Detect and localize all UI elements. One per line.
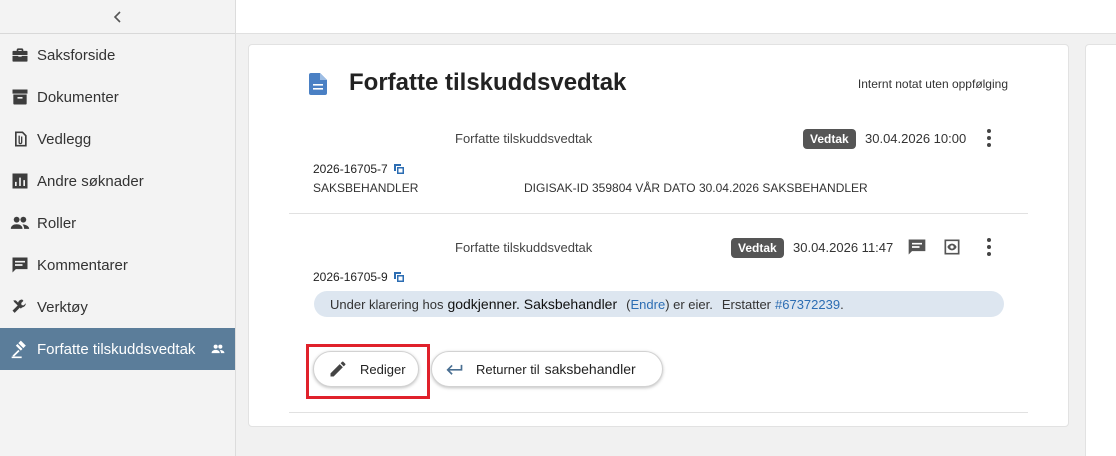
document-date: 30.04.2026 11:47	[793, 240, 894, 255]
people-icon	[9, 212, 31, 234]
sidebar-item-kommentarer[interactable]: Kommentarer	[0, 244, 235, 286]
return-button-label: Returner til	[476, 361, 540, 377]
replaces-label: Erstatter	[721, 296, 771, 312]
return-arrow-icon	[446, 364, 463, 375]
sidebar-item-label: Vedlegg	[37, 130, 92, 148]
gavel-icon	[9, 338, 31, 360]
status-owner-text: ) er eier.	[665, 296, 713, 312]
sidebar-item-label: Roller	[37, 214, 77, 232]
document-icon	[309, 73, 327, 95]
right-panel	[1085, 44, 1116, 456]
comment-icon	[9, 254, 31, 276]
comment-icon[interactable]	[907, 237, 927, 257]
replaces-link[interactable]: #67372239	[775, 297, 840, 312]
divider	[289, 213, 1028, 214]
highlight-box	[306, 344, 430, 399]
sidebar-item-andre-soknader[interactable]: Andre søknader	[0, 160, 235, 202]
chevron-left-icon	[113, 10, 121, 23]
document-reference: 2026-16705-9	[313, 270, 405, 284]
top-bar	[236, 0, 1116, 34]
reference-number: 2026-16705-9	[313, 270, 388, 284]
vedtak-badge: Vedtak	[731, 238, 784, 258]
document-reference: 2026-16705-7	[313, 162, 405, 176]
internal-note-label: Internt notat uten oppfølging	[857, 77, 1008, 91]
sidebar-item-forfatte-tilskuddsvedtak[interactable]: Forfatte tilskuddsvedtak	[0, 328, 235, 370]
sidebar-item-roller[interactable]: Roller	[0, 202, 235, 244]
sidebar-item-dokumenter[interactable]: Dokumenter	[0, 76, 235, 118]
document-meta-right: DIGISAK-ID 359804 VÅR DATO 30.04.2026 SA…	[524, 181, 868, 195]
sidebar-item-label: Forfatte tilskuddsvedtak	[37, 340, 196, 358]
sidebar-item-vedlegg[interactable]: Vedlegg	[0, 118, 235, 160]
people-icon	[211, 342, 225, 356]
divider	[289, 412, 1028, 413]
status-prefix: Under klarering hos	[330, 296, 444, 312]
change-owner-link[interactable]: Endre	[630, 297, 665, 312]
vedtak-badge: Vedtak	[803, 129, 856, 149]
bar-chart-icon	[9, 170, 31, 192]
document-title: Forfatte tilskuddsvedtak	[455, 131, 593, 146]
sidebar-item-label: Saksforside	[37, 46, 116, 64]
tools-icon	[9, 296, 31, 318]
briefcase-icon	[9, 44, 31, 66]
vedtak-card: Forfatte tilskuddsvedtak Internt notat u…	[248, 44, 1069, 427]
document-date: 30.04.2026 10:00	[865, 131, 967, 146]
more-options-icon[interactable]	[983, 238, 995, 256]
sidebar: Saksforside Dokumenter Vedlegg Andre søk…	[0, 0, 236, 456]
sidebar-item-label: Dokumenter	[37, 88, 119, 106]
return-button-target: saksbehandler	[544, 361, 636, 377]
sidebar-item-label: Kommentarer	[37, 256, 128, 274]
page-title: Forfatte tilskuddsvedtak	[349, 69, 627, 96]
reference-number: 2026-16705-7	[313, 162, 388, 176]
return-to-caseworker-button[interactable]: Returner til saksbehandler	[431, 351, 663, 387]
archive-icon	[9, 86, 31, 108]
sidebar-nav: Saksforside Dokumenter Vedlegg Andre søk…	[0, 34, 235, 370]
copy-icon[interactable]	[393, 271, 405, 283]
status-period: .	[840, 296, 844, 312]
sidebar-item-verktoy[interactable]: Verktøy	[0, 286, 235, 328]
collapse-sidebar-button[interactable]	[0, 0, 235, 34]
sidebar-item-label: Andre søknader	[37, 172, 144, 190]
sidebar-item-saksforside[interactable]: Saksforside	[0, 34, 235, 76]
document-meta-left: SAKSBEHANDLER	[313, 181, 419, 195]
status-approver: godkjenner. Saksbehandler	[447, 296, 618, 312]
more-options-icon[interactable]	[983, 129, 995, 147]
sidebar-item-label: Verktøy	[37, 298, 88, 316]
document-title: Forfatte tilskuddsvedtak	[455, 240, 593, 255]
preview-icon[interactable]	[942, 237, 962, 257]
paperclip-icon	[9, 128, 31, 150]
clearance-status: Under klarering hos godkjenner. Saksbeha…	[314, 291, 1004, 317]
copy-icon[interactable]	[393, 163, 405, 175]
